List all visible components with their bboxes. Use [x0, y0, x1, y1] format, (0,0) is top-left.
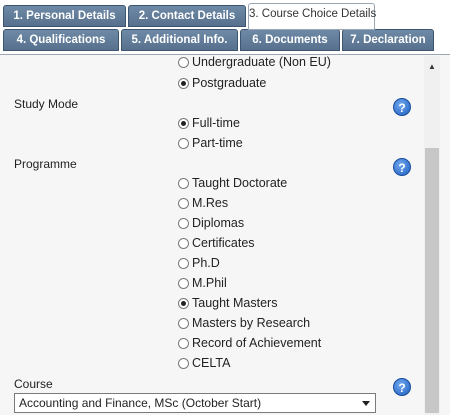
- radio-part-time[interactable]: Part-time: [178, 135, 243, 151]
- radio-button[interactable]: [178, 197, 189, 209]
- question-circle-icon[interactable]: ?: [393, 158, 411, 176]
- radio-button[interactable]: [178, 357, 189, 369]
- radio-button[interactable]: [178, 337, 189, 349]
- radio-label: Taught Masters: [192, 296, 278, 310]
- radio-button[interactable]: [178, 137, 189, 149]
- radio-label: Postgraduate: [192, 76, 267, 90]
- radio-button[interactable]: [178, 257, 189, 269]
- tab-personal-details[interactable]: 1. Personal Details: [3, 5, 126, 27]
- radio-certificates[interactable]: Certificates: [178, 235, 255, 251]
- radio-taught-doctorate[interactable]: Taught Doctorate: [178, 175, 287, 191]
- radio-taught-masters[interactable]: Taught Masters: [178, 295, 277, 311]
- radio-label: Part-time: [192, 136, 243, 150]
- tab-qualifications[interactable]: 4. Qualifications: [3, 29, 119, 51]
- radio-button[interactable]: [178, 217, 189, 229]
- radio-phd[interactable]: Ph.D: [178, 255, 220, 271]
- radio-label: Diplomas: [192, 216, 245, 230]
- tab-additional-info[interactable]: 5. Additional Info.: [121, 29, 238, 51]
- radio-label: Ph.D: [192, 256, 220, 270]
- question-circle-icon[interactable]: ?: [393, 98, 411, 116]
- radio-button[interactable]: [178, 177, 189, 189]
- radio-button[interactable]: [178, 277, 189, 289]
- radio-full-time[interactable]: Full-time: [178, 115, 240, 131]
- tab-declaration[interactable]: 7. Declaration: [342, 29, 434, 51]
- tab-course-choice-details[interactable]: 3. Course Choice Details: [248, 3, 376, 30]
- radio-label: M.Phil: [192, 276, 227, 290]
- radio-button[interactable]: [178, 297, 189, 309]
- tab-bar: 1. Personal Details 2. Contact Details 3…: [0, 0, 450, 56]
- radio-label: Masters by Research: [192, 316, 311, 330]
- radio-mres[interactable]: M.Res: [178, 195, 228, 211]
- question-circle-icon[interactable]: ?: [393, 378, 411, 396]
- course-select[interactable]: Accounting and Finance, MSc (October Sta…: [14, 393, 376, 413]
- radio-label: Undergraduate (Non EU): [192, 55, 331, 69]
- radio-undergraduate-non-eu[interactable]: Undergraduate (Non EU): [178, 54, 331, 70]
- radio-button[interactable]: [178, 117, 189, 129]
- radio-label: M.Res: [192, 196, 229, 210]
- radio-postgraduate[interactable]: Postgraduate: [178, 75, 266, 91]
- radio-mphil[interactable]: M.Phil: [178, 275, 227, 291]
- radio-celta[interactable]: CELTA: [178, 355, 230, 371]
- radio-label: Record of Achievement: [192, 336, 322, 350]
- radio-button[interactable]: [178, 77, 189, 89]
- course-select-value: Accounting and Finance, MSc (October Sta…: [19, 396, 262, 410]
- radio-button[interactable]: [178, 56, 189, 68]
- arrow-up-icon[interactable]: ▲: [427, 62, 437, 72]
- radio-label: Certificates: [192, 236, 255, 250]
- radio-button[interactable]: [178, 317, 189, 329]
- radio-button[interactable]: [178, 237, 189, 249]
- tab-contact-details[interactable]: 2. Contact Details: [128, 5, 246, 27]
- study-mode-label: Study Mode: [14, 97, 79, 111]
- radio-label: Full-time: [192, 116, 240, 130]
- radio-record-of-achievement[interactable]: Record of Achievement: [178, 335, 321, 351]
- scrollbar-thumb[interactable]: [425, 148, 439, 413]
- radio-masters-by-research[interactable]: Masters by Research: [178, 315, 310, 331]
- radio-label: CELTA: [192, 356, 231, 370]
- caret-down-icon[interactable]: [362, 401, 370, 406]
- course-label: Course: [14, 377, 53, 391]
- radio-label: Taught Doctorate: [192, 176, 288, 190]
- tab-documents[interactable]: 6. Documents: [240, 29, 340, 51]
- radio-diplomas[interactable]: Diplomas: [178, 215, 244, 231]
- programme-label: Programme: [14, 157, 77, 171]
